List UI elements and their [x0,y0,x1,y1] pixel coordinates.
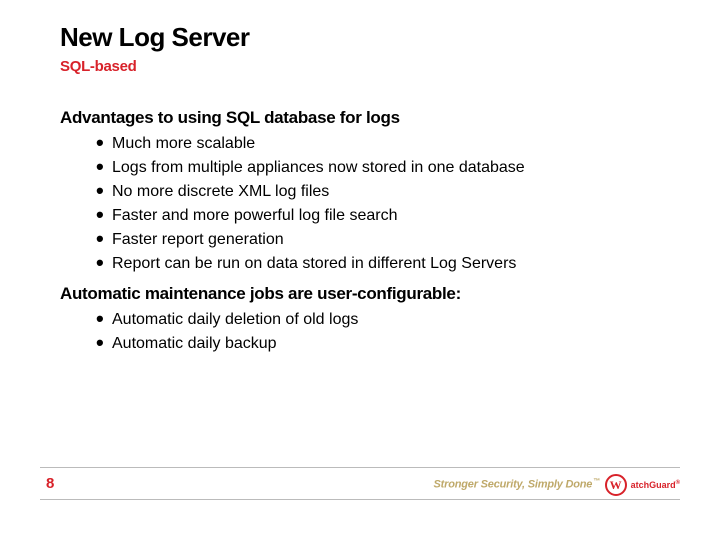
watchguard-logo: W atchGuard® [605,474,680,496]
section-heading: Advantages to using SQL database for log… [60,108,660,128]
list-item: Automatic daily backup [60,332,660,356]
slide-title: New Log Server [60,22,250,53]
bullet-list: Automatic daily deletion of old logs Aut… [60,308,660,356]
list-item: Faster and more powerful log file search [60,204,660,228]
list-item: Faster report generation [60,228,660,252]
logo-initial: W [610,479,622,491]
page-number: 8 [46,475,54,492]
trademark-symbol: ™ [593,478,600,485]
bullet-list: Much more scalable Logs from multiple ap… [60,132,660,276]
footer-tagline: Stronger Security, Simply Done™ [434,478,600,491]
divider [40,499,680,500]
list-item: No more discrete XML log files [60,180,660,204]
slide-content: Advantages to using SQL database for log… [60,108,660,364]
divider [40,467,680,468]
logo-text: atchGuard® [631,480,680,490]
tagline-text: Stronger Security, Simply Done [434,479,593,491]
slide-subtitle: SQL-based [60,58,136,75]
slide: New Log Server SQL-based Advantages to u… [0,0,720,540]
registered-symbol: ® [676,480,680,486]
list-item: Logs from multiple appliances now stored… [60,156,660,180]
logo-circle-icon: W [605,474,627,496]
list-item: Much more scalable [60,132,660,156]
list-item: Automatic daily deletion of old logs [60,308,660,332]
list-item: Report can be run on data stored in diff… [60,252,660,276]
section-heading: Automatic maintenance jobs are user-conf… [60,284,660,304]
